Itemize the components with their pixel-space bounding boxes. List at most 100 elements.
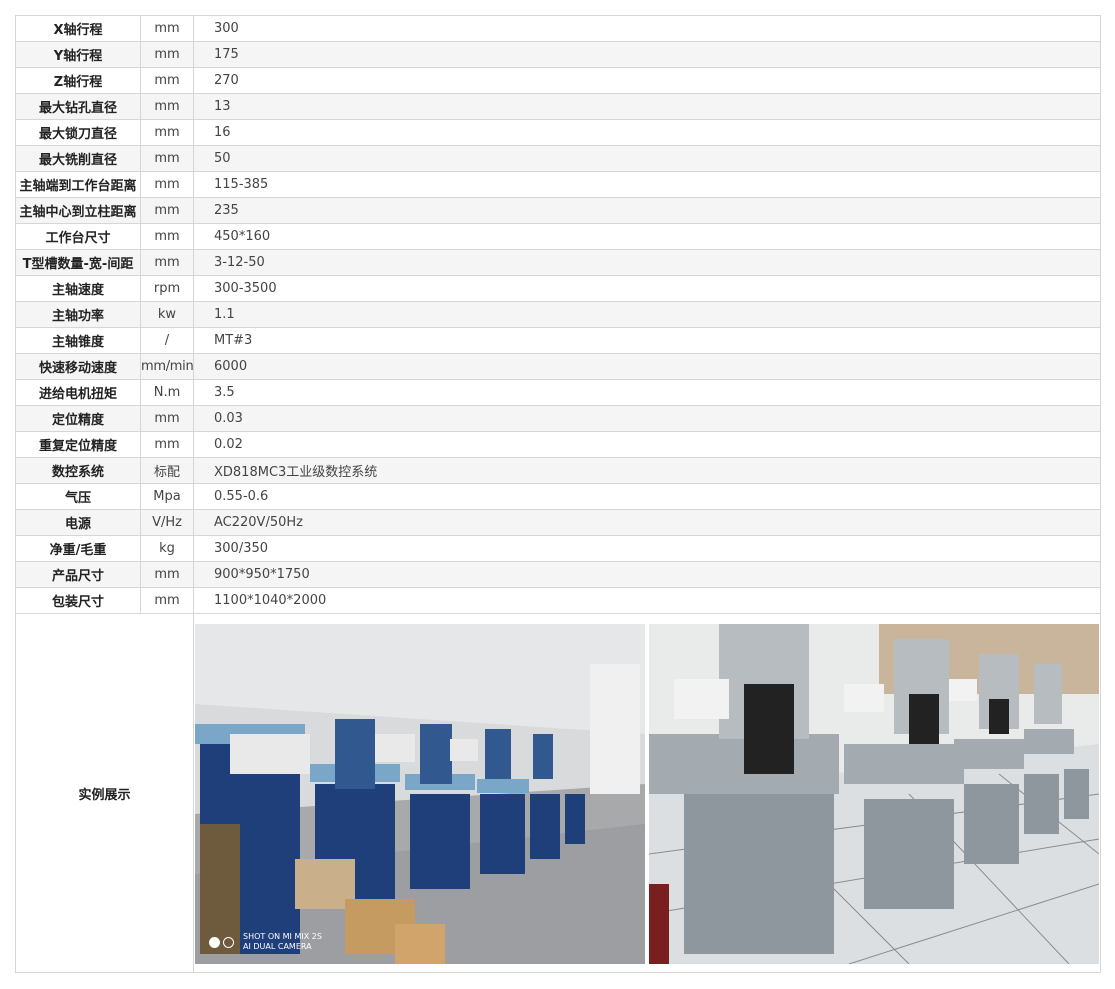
- spec-row: 主轴端到工作台距离 mm 115-385: [15, 171, 1101, 198]
- spec-unit: mm: [140, 197, 194, 224]
- spec-value: MT#3: [193, 327, 1101, 354]
- showcase-label: 实例展示: [15, 613, 194, 973]
- spec-unit: mm/min: [140, 353, 194, 380]
- spec-row: 重复定位精度 mm 0.02: [15, 431, 1101, 458]
- spec-row: 产品尺寸 mm 900*950*1750: [15, 561, 1101, 588]
- spec-value: 0.02: [193, 431, 1101, 458]
- spec-unit: mm: [140, 587, 194, 614]
- spec-value: 16: [193, 119, 1101, 146]
- spec-unit: mm: [140, 67, 194, 94]
- spec-row: 主轴速度 rpm 300-3500: [15, 275, 1101, 302]
- spec-value: 13: [193, 93, 1101, 120]
- showcase-photos-cell: SHOT ON MI MIX 2S AI DUAL CAMERA: [193, 613, 1101, 973]
- spec-row: 主轴锥度 / MT#3: [15, 327, 1101, 354]
- spec-name: 定位精度: [15, 405, 141, 432]
- spec-unit: 标配: [140, 457, 194, 484]
- spec-row: 气压 Mpa 0.55-0.6: [15, 483, 1101, 510]
- spec-value: XD818MC3工业级数控系统: [193, 457, 1101, 484]
- spec-name: 最大铣削直径: [15, 145, 141, 172]
- spec-name: Z轴行程: [15, 67, 141, 94]
- spec-value: 0.03: [193, 405, 1101, 432]
- spec-value: 300-3500: [193, 275, 1101, 302]
- spec-table-body: X轴行程 mm 300 Y轴行程 mm 175 Z轴行程 mm 270 最大钻孔直径 mm 13 最大锁…: [15, 15, 1101, 614]
- spec-row: 数控系统 标配 XD818MC3工业级数控系统: [15, 457, 1101, 484]
- spec-row: 快速移动速度 mm/min 6000: [15, 353, 1101, 380]
- spec-value: 300: [193, 15, 1101, 42]
- spec-unit: mm: [140, 405, 194, 432]
- spec-row: 定位精度 mm 0.03: [15, 405, 1101, 432]
- spec-value: AC220V/50Hz: [193, 509, 1101, 536]
- spec-name: 产品尺寸: [15, 561, 141, 588]
- spec-name: 最大锁刀直径: [15, 119, 141, 146]
- spec-name: 主轴速度: [15, 275, 141, 302]
- spec-unit: mm: [140, 171, 194, 198]
- spec-value: 6000: [193, 353, 1101, 380]
- spec-name: 主轴中心到立柱距离: [15, 197, 141, 224]
- spec-row: Z轴行程 mm 270: [15, 67, 1101, 94]
- spec-value: 1.1: [193, 301, 1101, 328]
- spec-unit: mm: [140, 41, 194, 68]
- spec-name: 电源: [15, 509, 141, 536]
- spec-value: 450*160: [193, 223, 1101, 250]
- spec-row: Y轴行程 mm 175: [15, 41, 1101, 68]
- spec-row: X轴行程 mm 300: [15, 15, 1101, 42]
- spec-name: X轴行程: [15, 15, 141, 42]
- showcase-row: 实例展示 SHOT ON MI MIX 2S AI DUAL CAMERA: [15, 613, 1101, 973]
- showcase-photo-1: SHOT ON MI MIX 2S AI DUAL CAMERA: [195, 624, 645, 964]
- spec-table: X轴行程 mm 300 Y轴行程 mm 175 Z轴行程 mm 270 最大钻孔直径 mm 13 最大锁…: [15, 15, 1101, 973]
- spec-value: 900*950*1750: [193, 561, 1101, 588]
- spec-name: 进给电机扭矩: [15, 379, 141, 406]
- spec-name: 主轴端到工作台距离: [15, 171, 141, 198]
- spec-unit: N.m: [140, 379, 194, 406]
- spec-value: 115-385: [193, 171, 1101, 198]
- spec-row: 包装尺寸 mm 1100*1040*2000: [15, 587, 1101, 614]
- camera-watermark: SHOT ON MI MIX 2S AI DUAL CAMERA: [209, 932, 322, 952]
- spec-value: 270: [193, 67, 1101, 94]
- showcase-photo-2: [649, 624, 1099, 964]
- spec-row: 最大钻孔直径 mm 13: [15, 93, 1101, 120]
- spec-name: 主轴锥度: [15, 327, 141, 354]
- spec-unit: rpm: [140, 275, 194, 302]
- spec-value: 235: [193, 197, 1101, 224]
- spec-value: 3.5: [193, 379, 1101, 406]
- spec-row: 主轴功率 kw 1.1: [15, 301, 1101, 328]
- spec-unit: mm: [140, 561, 194, 588]
- spec-unit: mm: [140, 119, 194, 146]
- spec-value: 1100*1040*2000: [193, 587, 1101, 614]
- spec-row: 主轴中心到立柱距离 mm 235: [15, 197, 1101, 224]
- spec-unit: mm: [140, 249, 194, 276]
- spec-name: 快速移动速度: [15, 353, 141, 380]
- spec-unit: Mpa: [140, 483, 194, 510]
- spec-name: 主轴功率: [15, 301, 141, 328]
- spec-row: 工作台尺寸 mm 450*160: [15, 223, 1101, 250]
- spec-name: 工作台尺寸: [15, 223, 141, 250]
- spec-name: 最大钻孔直径: [15, 93, 141, 120]
- spec-name: 气压: [15, 483, 141, 510]
- spec-row: 最大铣削直径 mm 50: [15, 145, 1101, 172]
- spec-name: T型槽数量-宽-间距: [15, 249, 141, 276]
- spec-name: 净重/毛重: [15, 535, 141, 562]
- spec-unit: kw: [140, 301, 194, 328]
- spec-value: 0.55-0.6: [193, 483, 1101, 510]
- spec-value: 3-12-50: [193, 249, 1101, 276]
- spec-unit: mm: [140, 93, 194, 120]
- spec-row: T型槽数量-宽-间距 mm 3-12-50: [15, 249, 1101, 276]
- spec-unit: mm: [140, 431, 194, 458]
- spec-unit: mm: [140, 15, 194, 42]
- spec-name: 重复定位精度: [15, 431, 141, 458]
- spec-unit: V/Hz: [140, 509, 194, 536]
- spec-row: 电源 V/Hz AC220V/50Hz: [15, 509, 1101, 536]
- spec-unit: mm: [140, 145, 194, 172]
- spec-name: Y轴行程: [15, 41, 141, 68]
- spec-value: 50: [193, 145, 1101, 172]
- spec-row: 最大锁刀直径 mm 16: [15, 119, 1101, 146]
- spec-unit: /: [140, 327, 194, 354]
- spec-row: 进给电机扭矩 N.m 3.5: [15, 379, 1101, 406]
- spec-unit: mm: [140, 223, 194, 250]
- spec-name: 数控系统: [15, 457, 141, 484]
- spec-unit: kg: [140, 535, 194, 562]
- spec-value: 175: [193, 41, 1101, 68]
- spec-name: 包装尺寸: [15, 587, 141, 614]
- spec-row: 净重/毛重 kg 300/350: [15, 535, 1101, 562]
- spec-value: 300/350: [193, 535, 1101, 562]
